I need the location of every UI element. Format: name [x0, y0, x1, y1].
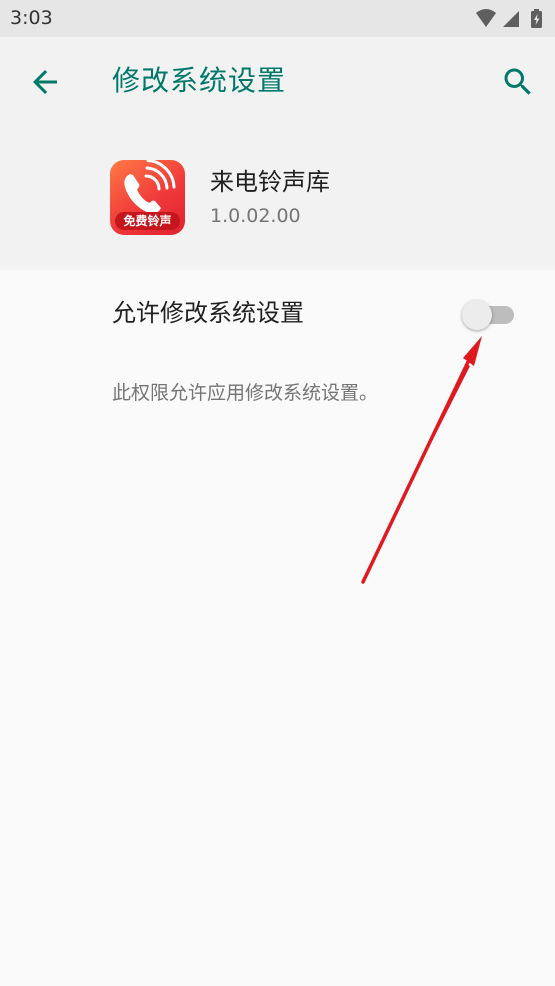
- search-icon[interactable]: [500, 64, 536, 100]
- app-info-header: 免费铃声 来电铃声库 1.0.02.00: [0, 127, 555, 270]
- setting-label: 允许修改系统设置: [112, 299, 304, 327]
- app-name: 来电铃声库: [210, 168, 330, 196]
- app-icon-badge: 免费铃声: [115, 212, 180, 230]
- app-version: 1.0.02.00: [210, 205, 301, 227]
- app-icon: 免费铃声: [110, 160, 185, 235]
- setting-row-modify-system-settings[interactable]: 允许修改系统设置: [0, 270, 555, 356]
- arrow-left-icon[interactable]: [27, 64, 63, 100]
- status-icons: [476, 9, 542, 28]
- app-bar: 修改系统设置: [0, 37, 555, 127]
- status-time: 3:03: [10, 7, 53, 29]
- wifi-icon: [476, 9, 496, 27]
- status-bar: 3:03: [0, 0, 555, 37]
- signal-icon: [503, 11, 519, 27]
- allow-modify-toggle[interactable]: [462, 300, 516, 330]
- page-title: 修改系统设置: [112, 64, 287, 97]
- setting-summary: 此权限允许应用修改系统设置。: [112, 382, 379, 404]
- battery-charging-icon: [531, 9, 542, 28]
- toggle-thumb: [462, 300, 492, 330]
